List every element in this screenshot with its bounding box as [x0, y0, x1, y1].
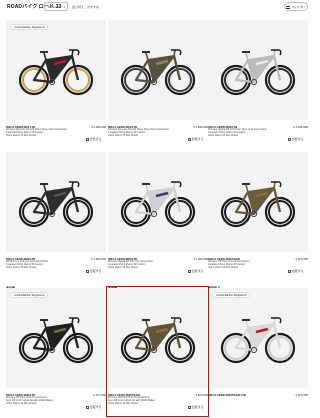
- product-card[interactable]: ORCA AERO M10iLTD ¥ 1,650,000 Shimano Dura…: [108, 20, 208, 157]
- product-image-area[interactable]: [108, 288, 208, 388]
- product-card[interactable]: Limited Edition Registered ORCA AERO M30i…: [6, 288, 106, 418]
- color-swatches: [108, 144, 121, 157]
- color-swatches: [108, 412, 121, 415]
- checkbox-icon: [86, 269, 89, 273]
- color-swatches: [208, 144, 211, 157]
- product-spec-line: Vision Metron 60 Disc wheels: [208, 266, 239, 269]
- product-price: ¥ 977,000: [93, 393, 106, 397]
- bike-image[interactable]: [208, 288, 308, 388]
- product-image-area[interactable]: [208, 152, 308, 252]
- product-card[interactable]: ORCA AERO M20iLTD ¥ 1,063,000 SRAM Force A…: [6, 152, 106, 289]
- product-tag: Limited Edition Registered: [10, 292, 49, 298]
- chevron-down-icon: ▾: [63, 5, 65, 9]
- bike-image[interactable]: [108, 20, 208, 120]
- compare-checkbox[interactable]: 比較する: [86, 405, 102, 409]
- product-price: ¥ 1,063,000: [193, 257, 208, 261]
- compare-checkbox[interactable]: 比較する: [86, 137, 102, 141]
- product-card[interactable]: Limited Edition Registered ORCA AERO M10 …: [6, 20, 106, 157]
- product-image-area[interactable]: [208, 288, 308, 388]
- top-bar: ROADバイク ロード 33 Orca aero ▾ 並び替え：おすすめ フィル…: [0, 0, 313, 18]
- product-image-area[interactable]: [6, 288, 106, 388]
- product-spec: Shimano 105 Di2 12S 2x12 transmission Aer…: [6, 397, 76, 406]
- compare-label: 比較する: [191, 137, 204, 141]
- product-price: ¥ 870,000: [295, 257, 308, 261]
- checkbox-icon: [188, 269, 191, 273]
- product-spec-line: Vision Metron 60 Disc wheels: [208, 134, 239, 137]
- compare-label: 比較する: [291, 269, 304, 273]
- product-spec-line: Vision Metron 60 Disc wheels: [108, 134, 139, 137]
- product-price: ¥ 1,063,000: [91, 257, 106, 261]
- sort-link[interactable]: 並び替え：おすすめ: [72, 5, 99, 9]
- product-spec-line: Vision Metron 60 Disc wheels: [108, 266, 139, 269]
- checkbox-icon: [86, 405, 89, 409]
- model-filter-pill[interactable]: Orca aero ▾: [44, 2, 68, 11]
- compare-label: 比較する: [89, 405, 102, 409]
- product-spec: Shimano Ultegra Di2 12S Power Meter 2x12…: [208, 129, 278, 138]
- product-tag: Limited Edition Registered: [212, 292, 251, 298]
- compare-checkbox[interactable]: 比較する: [288, 269, 304, 273]
- color-swatches: [6, 144, 9, 157]
- checkbox-icon: [188, 405, 191, 409]
- product-tag: Limited Edition Registered: [10, 24, 49, 30]
- product-image-area[interactable]: [6, 20, 106, 120]
- bike-image[interactable]: [208, 20, 308, 120]
- product-card[interactable]: ORCA AERO M20iLTD ¥ 1,365,000 Shimano Ulte…: [208, 20, 308, 157]
- filter-icon: [286, 5, 291, 9]
- checkbox-icon: [288, 269, 291, 273]
- product-spec: SRAM Force AXS 12S 2x12 transmission Inte…: [6, 261, 76, 270]
- bike-image[interactable]: [6, 20, 106, 120]
- product-card[interactable]: ORCA AERO M30iLTD ¥ 1,063,000 Shimano Ulte…: [108, 152, 208, 289]
- product-image-area[interactable]: [6, 152, 106, 252]
- compare-label: 比較する: [291, 137, 304, 141]
- checkbox-icon: [86, 137, 89, 141]
- product-spec-line: Vision Metron 60 Disc wheels: [6, 266, 37, 269]
- product-image-area[interactable]: [208, 20, 308, 120]
- product-spec-line: Vision Metron 60 Disc wheels: [6, 134, 37, 137]
- product-card[interactable]: ORCA AERO M30iTEAM ¥ 870,000 Shimano 105 D…: [108, 288, 208, 418]
- color-swatches: [6, 412, 9, 415]
- compare-checkbox[interactable]: 比較する: [188, 137, 204, 141]
- compare-checkbox[interactable]: 比較する: [288, 137, 304, 141]
- product-price: ¥ 870,000: [295, 393, 308, 397]
- product-price: ¥ 1,650,000: [193, 125, 208, 129]
- product-spec-line: Vision Metron 40 Disc wheels: [6, 402, 37, 405]
- product-price: ¥ 1,365,000: [293, 125, 308, 129]
- product-card[interactable]: ORCA AERO M30iTEAM ¥ 870,000 Shimano 105 D…: [208, 152, 308, 289]
- bike-image[interactable]: [108, 152, 208, 252]
- compare-label: 比較する: [89, 137, 102, 141]
- product-spec: Shimano Ultegra Di2 12S 2x12 transmissio…: [108, 261, 178, 270]
- compare-label: 比較する: [191, 269, 204, 273]
- product-name[interactable]: ORCA AERO M30iTEAM LTD: [208, 393, 246, 397]
- bike-image[interactable]: [108, 288, 208, 388]
- compare-checkbox[interactable]: 比較する: [86, 269, 102, 273]
- bike-image[interactable]: [6, 152, 106, 252]
- model-filter-label: Orca aero: [48, 5, 62, 9]
- product-spec: Shimano Dura-Ace Di2 12S Power Meter 2x1…: [108, 129, 178, 138]
- product-spec: Shimano Dura-Ace Di2 12S Power Meter 2x1…: [6, 129, 76, 138]
- checkbox-icon: [288, 137, 291, 141]
- color-swatches: [208, 276, 221, 289]
- checkbox-icon: [188, 137, 191, 141]
- bike-image[interactable]: [208, 152, 308, 252]
- compare-checkbox[interactable]: 比較する: [188, 269, 204, 273]
- color-swatches: [108, 276, 118, 289]
- filter-button-label: フィルター: [291, 5, 306, 9]
- bike-image[interactable]: [6, 288, 106, 388]
- product-spec-line: Vision Metron 40 Disc wheels: [108, 402, 139, 405]
- product-card[interactable]: Limited Edition Registered ORCA AERO M30i…: [208, 288, 308, 418]
- filter-button[interactable]: フィルター: [284, 2, 308, 11]
- product-price: ¥ 1,650,000: [91, 125, 106, 129]
- compare-label: 比較する: [191, 405, 204, 409]
- compare-label: 比較する: [89, 269, 102, 273]
- product-price: ¥ 870,000: [195, 393, 208, 397]
- product-image-area[interactable]: [108, 152, 208, 252]
- compare-checkbox[interactable]: 比較する: [188, 405, 204, 409]
- product-image-area[interactable]: [108, 20, 208, 120]
- product-spec: Shimano 105 Di2 12S 2x12 transmission Int…: [208, 261, 278, 270]
- color-swatches: [6, 276, 16, 289]
- product-spec: Shimano 105 Di2 12S 2x12 transmission Aer…: [108, 397, 178, 406]
